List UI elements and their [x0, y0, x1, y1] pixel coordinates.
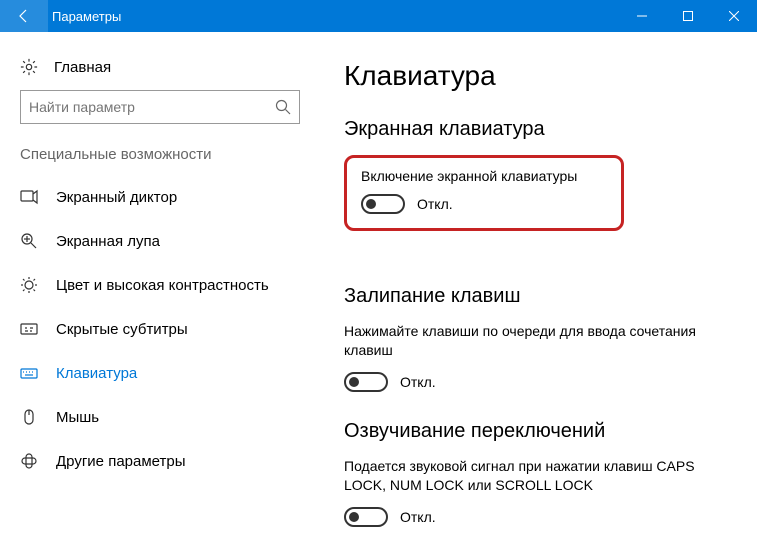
sidebar-item-narrator[interactable]: Экранный диктор	[0, 175, 320, 219]
sidebar-item-contrast[interactable]: Цвет и высокая контрастность	[0, 263, 320, 307]
search-icon	[275, 99, 291, 115]
magnifier-icon	[20, 232, 38, 250]
window-title: Параметры	[48, 9, 619, 24]
toggle-toggle-keys[interactable]	[344, 507, 388, 527]
search-input[interactable]	[29, 99, 275, 115]
other-icon	[20, 452, 38, 470]
toggle-state: Откл.	[417, 196, 453, 212]
contrast-icon	[20, 276, 38, 294]
sidebar-item-keyboard[interactable]: Клавиатура	[0, 351, 320, 395]
sidebar-item-label: Экранная лупа	[56, 233, 160, 250]
keyboard-icon	[20, 364, 38, 382]
captions-icon	[20, 320, 38, 338]
maximize-icon	[683, 11, 693, 21]
setting-description: Подается звуковой сигнал при нажатии кла…	[344, 457, 733, 495]
page-title: Клавиатура	[344, 60, 733, 92]
toggle-state: Откл.	[400, 374, 436, 390]
sidebar-item-other[interactable]: Другие параметры	[0, 439, 320, 483]
maximize-button[interactable]	[665, 0, 711, 32]
toggle-row: Откл.	[344, 372, 733, 392]
home-label: Главная	[54, 59, 111, 76]
mouse-icon	[20, 408, 38, 426]
search-box[interactable]	[20, 90, 300, 124]
highlight-annotation: Включение экранной клавиатуры Откл.	[344, 155, 624, 231]
toggle-row: Откл.	[361, 194, 607, 214]
minimize-icon	[637, 11, 647, 21]
toggle-state: Откл.	[400, 509, 436, 525]
close-icon	[729, 11, 739, 21]
toggle-sticky-keys[interactable]	[344, 372, 388, 392]
toggle-row: Откл.	[344, 507, 733, 527]
titlebar: Параметры	[0, 0, 757, 32]
sidebar-item-label: Цвет и высокая контрастность	[56, 277, 269, 294]
section-sticky-keys: Залипание клавиш Нажимайте клавиши по оч…	[344, 285, 733, 392]
main: Клавиатура Экранная клавиатура Включение…	[320, 32, 757, 538]
sidebar-item-label: Экранный диктор	[56, 189, 177, 206]
setting-description: Нажимайте клавиши по очереди для ввода с…	[344, 322, 733, 360]
sidebar-item-mouse[interactable]: Мышь	[0, 395, 320, 439]
sidebar-home[interactable]: Главная	[0, 50, 320, 90]
arrow-left-icon	[16, 8, 32, 24]
close-button[interactable]	[711, 0, 757, 32]
minimize-button[interactable]	[619, 0, 665, 32]
narrator-icon	[20, 188, 38, 206]
sidebar-group-header: Специальные возможности	[0, 146, 320, 175]
gear-icon	[20, 58, 38, 76]
section-onscreen-keyboard: Экранная клавиатура Включение экранной к…	[344, 118, 733, 257]
back-button[interactable]	[0, 0, 48, 32]
sidebar-item-label: Клавиатура	[56, 365, 137, 382]
section-toggle-keys: Озвучивание переключений Подается звуков…	[344, 420, 733, 527]
section-heading: Залипание клавиш	[344, 285, 733, 308]
sidebar-item-magnifier[interactable]: Экранная лупа	[0, 219, 320, 263]
section-heading: Экранная клавиатура	[344, 118, 733, 141]
toggle-onscreen-keyboard[interactable]	[361, 194, 405, 214]
sidebar-item-captions[interactable]: Скрытые субтитры	[0, 307, 320, 351]
section-heading: Озвучивание переключений	[344, 420, 733, 443]
setting-label: Включение экранной клавиатуры	[361, 168, 607, 184]
sidebar-item-label: Другие параметры	[56, 453, 186, 470]
sidebar: Главная Специальные возможности Экранный…	[0, 32, 320, 538]
sidebar-item-label: Скрытые субтитры	[56, 321, 188, 338]
sidebar-item-label: Мышь	[56, 409, 99, 426]
content: Главная Специальные возможности Экранный…	[0, 32, 757, 538]
